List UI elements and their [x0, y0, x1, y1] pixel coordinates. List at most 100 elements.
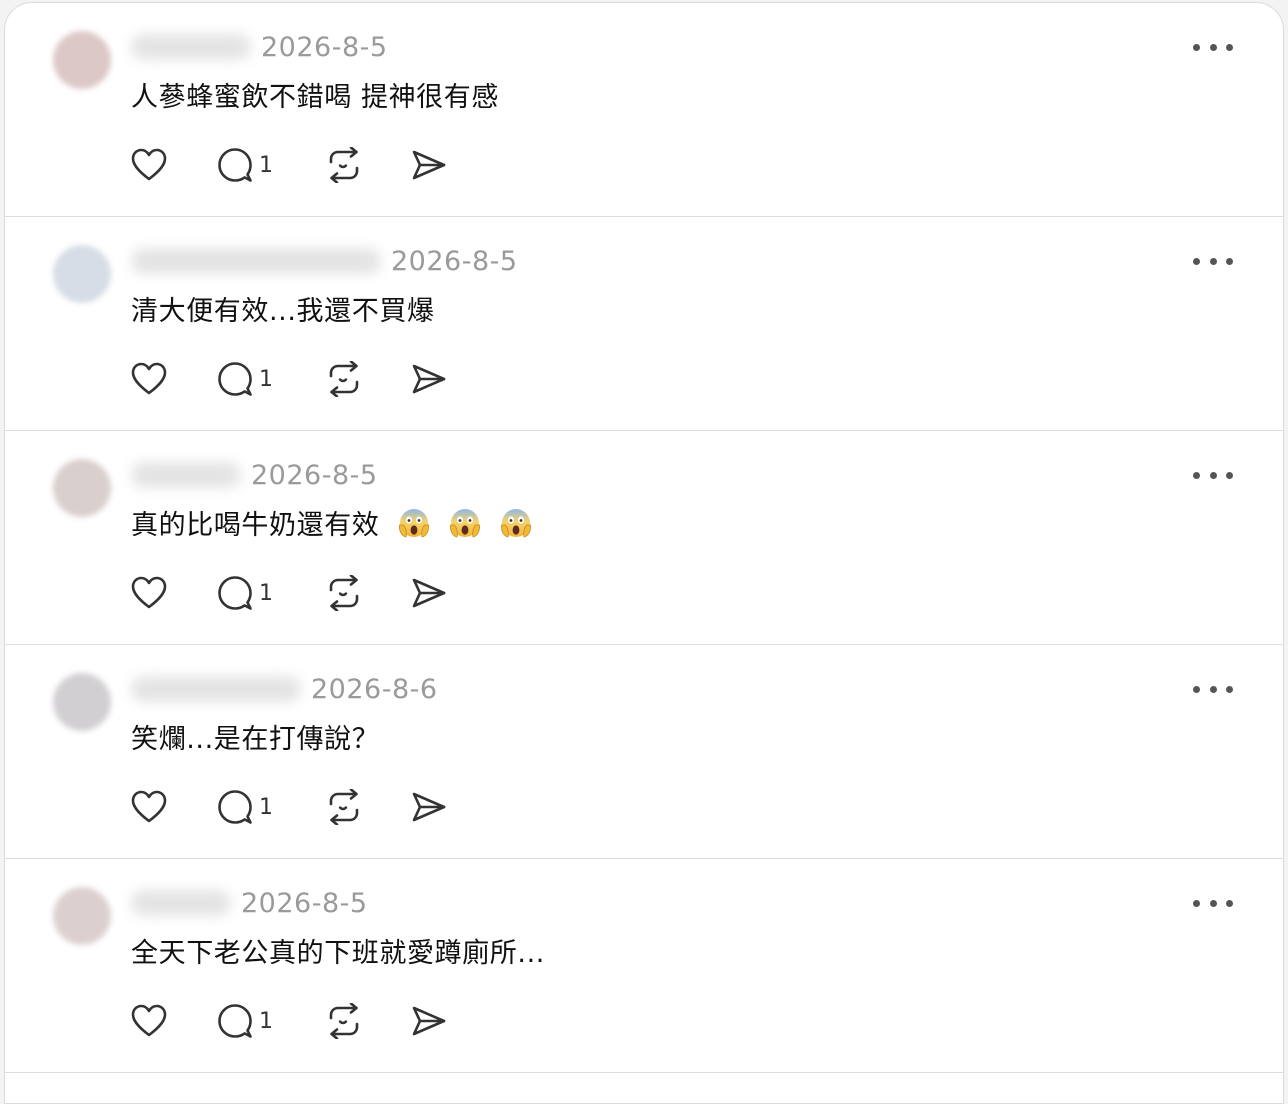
post-date: 2026-8-6 [311, 673, 438, 705]
more-options-button[interactable] [1193, 37, 1233, 57]
share-button[interactable] [411, 363, 447, 395]
post-text: 真的比喝牛奶還有效 [131, 503, 533, 542]
more-dot [1226, 257, 1233, 265]
post-text-content: 人蔘蜂蜜飲不錯喝 提神很有感 [131, 82, 499, 113]
share-button[interactable] [411, 1005, 447, 1037]
face-screaming-in-fear-emoji [398, 509, 429, 538]
post-text-content: 全天下老公真的下班就愛蹲廁所... [131, 938, 545, 969]
post-actions: 1 [131, 999, 447, 1043]
post-meta: 2026-8-5 [131, 29, 388, 65]
more-options-button[interactable] [1193, 465, 1233, 485]
more-dot [1209, 471, 1217, 479]
send-icon [412, 792, 446, 822]
more-options-button[interactable] [1193, 679, 1233, 699]
username-blurred[interactable] [131, 248, 381, 274]
like-button[interactable] [131, 1004, 167, 1038]
like-button[interactable] [131, 362, 167, 396]
avatar[interactable] [53, 459, 111, 517]
reply-count: 1 [259, 1008, 273, 1034]
post-item: 2026-8-6 笑爛...是在打傳說？ 1 [5, 645, 1283, 859]
send-icon [412, 150, 446, 180]
like-button[interactable] [131, 148, 167, 182]
thread-feed: 2026-8-5 人蔘蜂蜜飲不錯喝 提神很有感 1 2026-8-5 清大便有效… [4, 2, 1284, 1104]
more-dot [1209, 685, 1217, 693]
post-text: 笑爛...是在打傳說？ [131, 717, 379, 756]
post-text: 全天下老公真的下班就愛蹲廁所... [131, 931, 545, 970]
post-text: 人蔘蜂蜜飲不錯喝 提神很有感 [131, 75, 499, 114]
reply-count: 1 [259, 152, 273, 178]
repost-button[interactable] [325, 361, 363, 397]
heart-icon [131, 576, 167, 609]
comment-icon [218, 362, 252, 396]
username-blurred[interactable] [131, 462, 241, 488]
feed-continuation [5, 1073, 1283, 1103]
send-icon [412, 578, 446, 608]
comment-icon [218, 576, 252, 610]
reply-button[interactable]: 1 [217, 361, 273, 397]
more-dot [1193, 899, 1200, 907]
share-button[interactable] [411, 577, 447, 609]
reply-count: 1 [259, 366, 273, 392]
repost-button[interactable] [325, 789, 363, 825]
repost-button[interactable] [325, 147, 363, 183]
like-button[interactable] [131, 790, 167, 824]
avatar[interactable] [53, 245, 111, 303]
more-dot [1226, 685, 1233, 693]
repost-icon [329, 789, 359, 825]
post-text: 清大便有效...我還不買爆 [131, 289, 435, 328]
emoji-group [379, 509, 533, 541]
avatar[interactable] [53, 673, 111, 731]
repost-button[interactable] [325, 575, 363, 611]
avatar[interactable] [53, 31, 111, 89]
more-dot [1209, 899, 1217, 907]
reply-button[interactable]: 1 [217, 1003, 273, 1039]
heart-icon [131, 790, 167, 823]
repost-icon [329, 575, 359, 611]
username-blurred[interactable] [131, 890, 231, 916]
post-date: 2026-8-5 [251, 459, 378, 491]
more-options-button[interactable] [1193, 893, 1233, 913]
more-dot [1193, 43, 1200, 51]
reply-button[interactable]: 1 [217, 147, 273, 183]
like-button[interactable] [131, 576, 167, 610]
share-button[interactable] [411, 791, 447, 823]
post-item: 2026-8-5 清大便有效...我還不買爆 1 [5, 217, 1283, 431]
reply-count: 1 [259, 580, 273, 606]
reply-button[interactable]: 1 [217, 575, 273, 611]
post-meta: 2026-8-6 [131, 671, 438, 707]
more-dot [1226, 471, 1233, 479]
repost-icon [329, 147, 359, 183]
post-text-content: 真的比喝牛奶還有效 [131, 510, 380, 541]
more-dot [1193, 685, 1200, 693]
more-dot [1209, 43, 1217, 51]
face-screaming-in-fear-emoji [449, 509, 480, 538]
avatar[interactable] [53, 887, 111, 945]
more-dot [1209, 257, 1217, 265]
post-actions: 1 [131, 143, 447, 187]
send-icon [412, 364, 446, 394]
post-meta: 2026-8-5 [131, 457, 378, 493]
send-icon [412, 1006, 446, 1036]
reply-button[interactable]: 1 [217, 789, 273, 825]
post-item: 2026-8-5 人蔘蜂蜜飲不錯喝 提神很有感 1 [5, 3, 1283, 217]
post-actions: 1 [131, 571, 447, 615]
share-button[interactable] [411, 149, 447, 181]
post-date: 2026-8-5 [391, 245, 518, 277]
more-dot [1226, 43, 1233, 51]
comment-icon [218, 1004, 252, 1038]
post-text-content: 清大便有效...我還不買爆 [131, 296, 435, 327]
heart-icon [131, 148, 167, 181]
post-item: 2026-8-5 全天下老公真的下班就愛蹲廁所... 1 [5, 859, 1283, 1073]
post-actions: 1 [131, 785, 447, 829]
username-blurred[interactable] [131, 676, 301, 702]
repost-button[interactable] [325, 1003, 363, 1039]
more-options-button[interactable] [1193, 251, 1233, 271]
more-dot [1193, 471, 1200, 479]
more-dot [1193, 257, 1200, 265]
post-meta: 2026-8-5 [131, 885, 368, 921]
username-blurred[interactable] [131, 34, 251, 60]
post-text-content: 笑爛...是在打傳說？ [131, 724, 380, 755]
face-screaming-in-fear-emoji [500, 509, 531, 538]
comment-icon [218, 148, 252, 182]
comment-icon [218, 790, 252, 824]
